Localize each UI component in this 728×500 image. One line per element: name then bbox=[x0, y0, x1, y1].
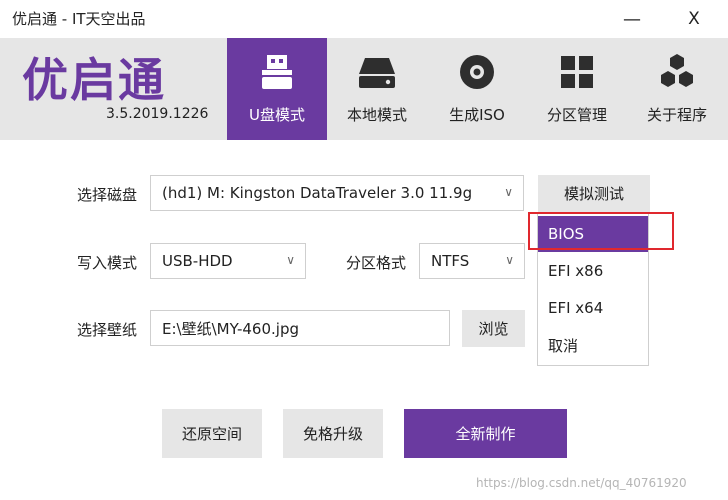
tab-label: 本地模式 bbox=[346, 106, 407, 124]
restore-space-button[interactable]: 还原空间 bbox=[162, 409, 262, 458]
tab-label: 生成ISO bbox=[449, 106, 505, 124]
tab-label: 关于程序 bbox=[646, 106, 707, 124]
tab-generate-iso[interactable]: 生成ISO bbox=[427, 38, 527, 140]
wallpaper-label: 选择壁纸 bbox=[77, 321, 138, 339]
menu-item-efi-x64[interactable]: EFI x64 bbox=[538, 290, 648, 326]
chevron-down-icon: ∨ bbox=[505, 253, 514, 267]
write-mode-value: USB-HDD bbox=[162, 252, 233, 270]
menu-item-efi-x86[interactable]: EFI x86 bbox=[538, 253, 648, 289]
tab-local-mode[interactable]: 本地模式 bbox=[327, 38, 427, 140]
browse-button[interactable]: 浏览 bbox=[462, 310, 525, 347]
tab-partition-manager[interactable]: 分区管理 bbox=[527, 38, 627, 140]
write-mode-select[interactable]: USB-HDD ∨ bbox=[150, 243, 306, 279]
wallpaper-path-value: E:\壁纸\MY-460.jpg bbox=[162, 319, 299, 338]
simulate-test-button[interactable]: 模拟测试 bbox=[538, 175, 650, 212]
create-new-button[interactable]: 全新制作 bbox=[404, 409, 567, 458]
version-text: 3.5.2019.1226 bbox=[106, 106, 209, 122]
disk-select-value: (hd1) M: Kingston DataTraveler 3.0 11.9g bbox=[162, 184, 473, 202]
partition-grid-icon bbox=[557, 52, 597, 92]
tab-usb-mode[interactable]: U盘模式 bbox=[227, 38, 327, 140]
tab-label: 分区管理 bbox=[546, 106, 607, 124]
disk-select[interactable]: (hd1) M: Kingston DataTraveler 3.0 11.9g… bbox=[150, 175, 524, 211]
wallpaper-path-input[interactable]: E:\壁纸\MY-460.jpg bbox=[150, 310, 450, 346]
chevron-down-icon: ∨ bbox=[504, 185, 513, 199]
menu-item-cancel[interactable]: 取消 bbox=[538, 327, 648, 363]
usb-drive-icon bbox=[257, 52, 297, 92]
disc-icon bbox=[457, 52, 497, 92]
window-title: 优启通 - IT天空出品 bbox=[12, 10, 146, 28]
disk-label: 选择磁盘 bbox=[77, 186, 138, 204]
hard-disk-icon bbox=[357, 52, 397, 92]
watermark-text: https://blog.csdn.net/qq_40761920 bbox=[476, 476, 687, 490]
header-bar: 优启通 3.5.2019.1226 U盘模式 本地模式 生成ISO 分区管理 关… bbox=[0, 38, 728, 140]
tab-label: U盘模式 bbox=[249, 106, 305, 124]
format-free-upgrade-button[interactable]: 免格升级 bbox=[283, 409, 383, 458]
hexagons-icon bbox=[657, 52, 697, 92]
write-mode-label: 写入模式 bbox=[77, 254, 138, 272]
close-button[interactable]: X bbox=[674, 4, 714, 34]
highlight-annotation bbox=[528, 212, 674, 250]
partition-format-select[interactable]: NTFS ∨ bbox=[419, 243, 525, 279]
partition-format-value: NTFS bbox=[431, 252, 470, 270]
tab-about[interactable]: 关于程序 bbox=[627, 38, 727, 140]
app-logo: 优启通 bbox=[22, 53, 166, 107]
partition-format-label: 分区格式 bbox=[346, 254, 407, 272]
minimize-button[interactable]: — bbox=[612, 4, 652, 34]
title-bar: 优启通 - IT天空出品 — X bbox=[0, 0, 728, 38]
chevron-down-icon: ∨ bbox=[286, 253, 295, 267]
